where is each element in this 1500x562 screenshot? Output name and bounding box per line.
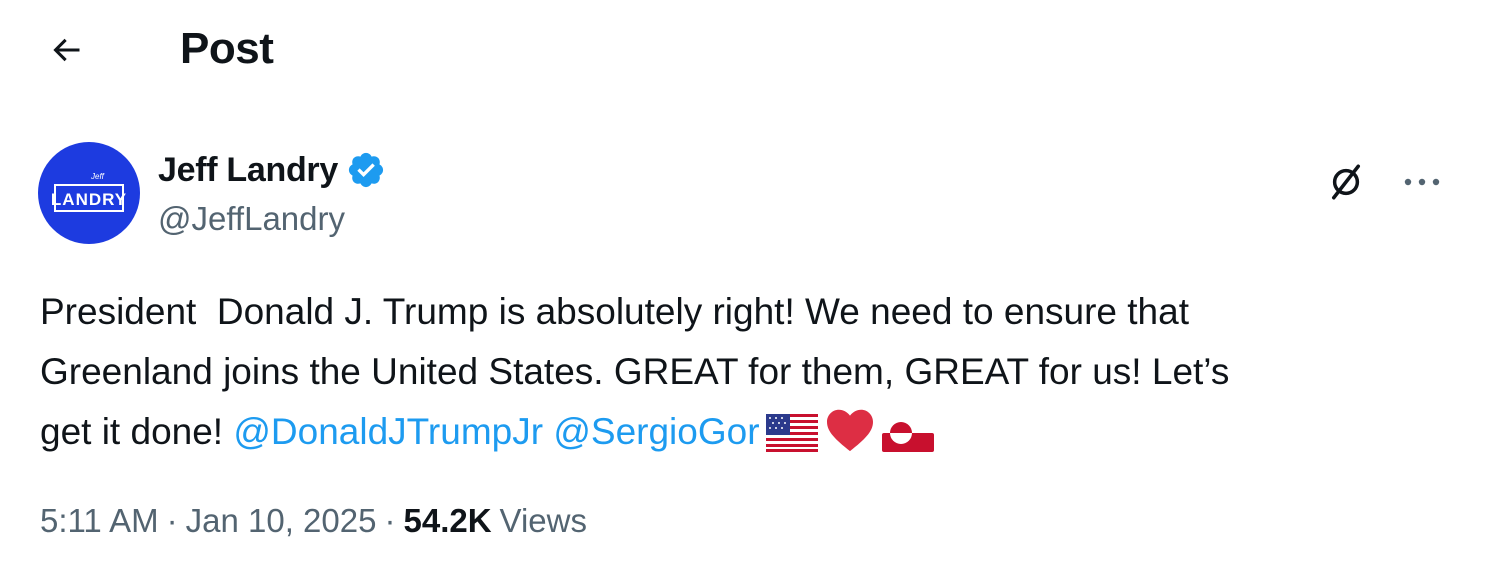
- landry-logo-icon: Jeff LANDRY: [51, 172, 127, 212]
- more-dots-icon: [1404, 178, 1440, 186]
- us-flag-emoji: [765, 410, 818, 470]
- meta-separator: ·: [384, 502, 396, 539]
- user-handle[interactable]: @JeffLandry: [158, 200, 345, 238]
- svg-text:LANDRY: LANDRY: [51, 190, 127, 209]
- display-name-row[interactable]: Jeff Landry: [158, 148, 386, 192]
- post-meta: 5:11 AM · Jan 10, 2025 · 54.2K Views: [40, 502, 587, 540]
- post-time[interactable]: 5:11 AM: [40, 502, 159, 540]
- red-heart-emoji: [824, 406, 876, 470]
- meta-separator: ·: [166, 502, 178, 539]
- post-date[interactable]: Jan 10, 2025: [186, 502, 377, 540]
- display-name[interactable]: Jeff Landry: [158, 151, 338, 190]
- mention-link[interactable]: @DonaldJTrumpJr: [233, 411, 543, 452]
- arrow-left-icon: [53, 38, 80, 62]
- views-label: Views: [499, 502, 587, 539]
- page-title: Post: [180, 24, 274, 73]
- mention-link[interactable]: @SergioGor: [553, 411, 759, 452]
- views-count[interactable]: 54.2K: [403, 502, 491, 540]
- verified-badge-icon: [348, 152, 384, 188]
- tweet-text: President Donald J. Trump is absolutely …: [40, 282, 1460, 470]
- avatar[interactable]: Jeff LANDRY: [38, 142, 140, 244]
- more-options-button[interactable]: [1396, 156, 1448, 208]
- tweet-line-1: President Donald J. Trump is absolutely …: [40, 291, 1189, 332]
- author-block: Jeff LANDRY Jeff Landry @JeffLandry: [38, 142, 1458, 246]
- tweet-line-3-prefix: get it done!: [40, 411, 234, 452]
- svg-text:Jeff: Jeff: [90, 172, 105, 181]
- tweet-line-2: Greenland joins the United States. GREAT…: [40, 351, 1230, 392]
- greenland-flag-emoji: [881, 410, 934, 470]
- grok-button[interactable]: [1320, 156, 1372, 208]
- post-header: Post: [0, 0, 1500, 100]
- grok-icon: [1332, 164, 1360, 200]
- back-button[interactable]: [40, 26, 92, 74]
